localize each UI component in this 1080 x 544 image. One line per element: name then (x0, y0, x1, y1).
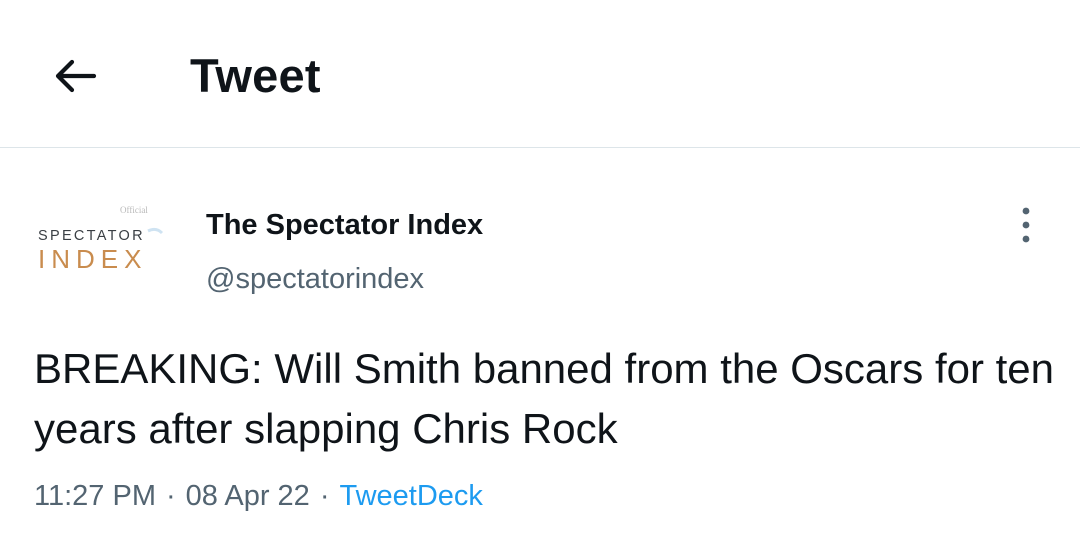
tweet-meta: 11:27 PM · 08 Apr 22 · TweetDeck (34, 476, 483, 516)
tweet: Official SPECTATOR INDEX The Spectator I… (0, 149, 1080, 544)
page-title: Tweet (190, 49, 321, 102)
tweet-time[interactable]: 11:27 PM (34, 480, 156, 512)
tweet-date[interactable]: 08 Apr 22 (186, 480, 310, 512)
avatar[interactable]: Official SPECTATOR INDEX (36, 201, 176, 281)
more-vertical-icon (1022, 207, 1030, 243)
arrow-left-icon (55, 59, 97, 93)
logo-text-bottom: INDEX (38, 244, 147, 274)
back-button[interactable] (44, 46, 104, 106)
logo-text-top: SPECTATOR (38, 228, 145, 244)
meta-separator: · (319, 480, 330, 512)
top-bar: Tweet (0, 0, 1080, 148)
meta-separator: · (165, 480, 176, 512)
logo-badge-text: Official (120, 205, 148, 215)
author-handle[interactable]: @spectatorindex (206, 261, 424, 297)
author-name[interactable]: The Spectator Index (206, 207, 483, 243)
more-button[interactable] (1004, 203, 1048, 247)
tweet-source-link[interactable]: TweetDeck (339, 480, 482, 512)
tweet-text: BREAKING: Will Smith banned from the Osc… (34, 345, 1055, 452)
spectator-index-logo: Official SPECTATOR INDEX (38, 205, 164, 274)
